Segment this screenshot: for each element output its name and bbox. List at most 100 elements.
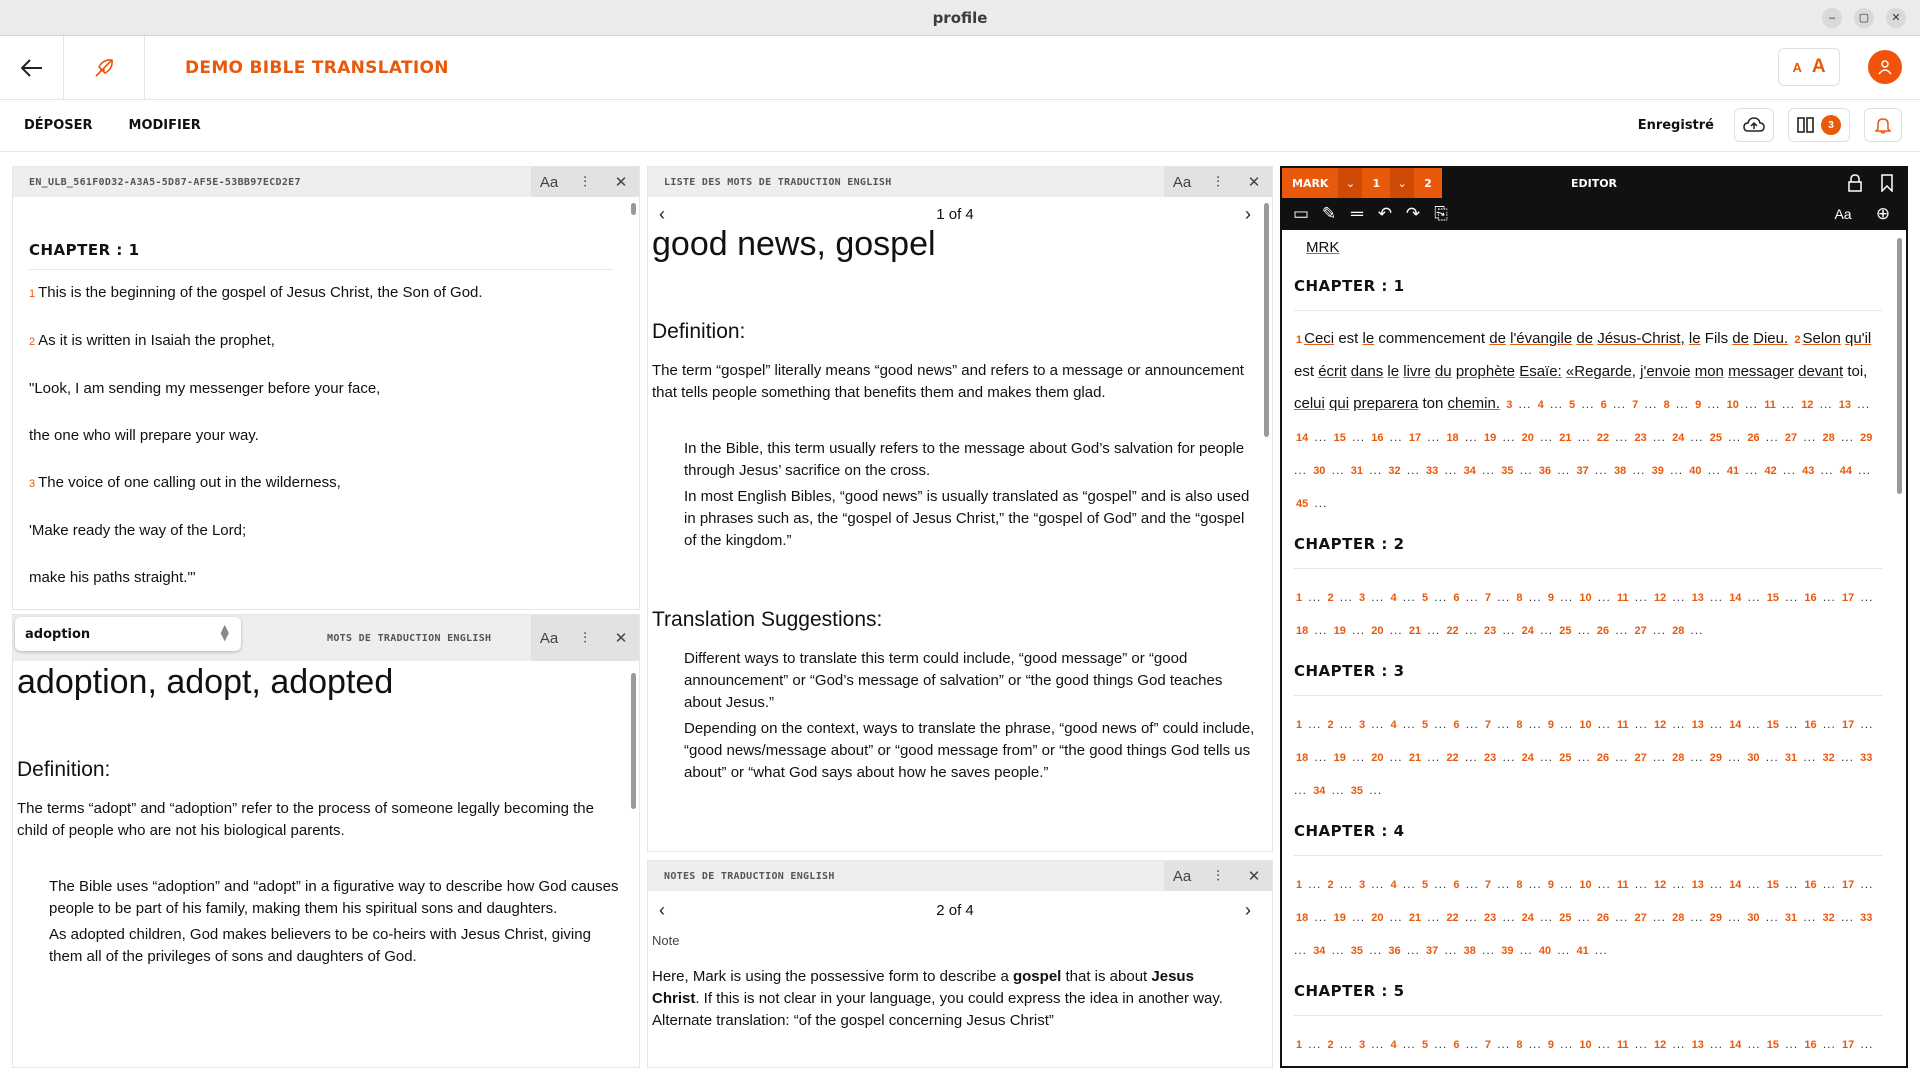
verse-number[interactable]: 41	[1727, 465, 1739, 477]
chapter-4-text[interactable]: 1 ... 2 ... 3 ... 4 ... 5 ... 6 ... 7 ..…	[1294, 868, 1882, 967]
verse-number[interactable]: 13	[1692, 719, 1704, 731]
verse-number[interactable]: 24	[1522, 752, 1534, 764]
plus-circle-icon[interactable]: ⊕	[1874, 204, 1892, 224]
verse-number[interactable]: 27	[1634, 912, 1646, 924]
close-icon[interactable]: ✕	[1236, 861, 1272, 891]
verse-number[interactable]: 25	[1559, 912, 1571, 924]
book-selector[interactable]: MARK	[1282, 168, 1338, 198]
verse-number[interactable]: 12	[1654, 1039, 1666, 1051]
verse-number[interactable]: 5	[1422, 1039, 1428, 1051]
verse-number[interactable]: 24	[1672, 432, 1684, 444]
verse-number[interactable]: 14	[1729, 719, 1741, 731]
sliders-icon[interactable]: ⫶	[567, 167, 603, 197]
verse-number[interactable]: 17	[1409, 432, 1421, 444]
verse-number[interactable]: 34	[1313, 945, 1325, 957]
close-icon[interactable]: ✕	[603, 615, 639, 661]
redo-icon[interactable]: ↷	[1404, 204, 1422, 224]
verse-number[interactable]: 32	[1823, 752, 1835, 764]
word-select[interactable]: adoption ▲ ▼	[15, 617, 241, 651]
chevron-down-icon[interactable]: ⌄	[1338, 168, 1363, 198]
verse-number[interactable]: 10	[1579, 592, 1591, 604]
verse-number[interactable]: 3	[1359, 1039, 1365, 1051]
verse-number[interactable]: 12	[1654, 879, 1666, 891]
verse-number[interactable]: 45	[1296, 498, 1308, 510]
verse-number[interactable]: 23	[1634, 432, 1646, 444]
close-icon[interactable]: ✕	[603, 167, 639, 197]
verse-number[interactable]: 22	[1446, 752, 1458, 764]
verse-number[interactable]: 3	[1506, 399, 1512, 411]
verse-number[interactable]: 41	[1576, 945, 1588, 957]
verse-number[interactable]: 5	[1422, 879, 1428, 891]
save-icon[interactable]: ⎘	[1432, 204, 1450, 224]
verse-number[interactable]: 30	[1747, 752, 1759, 764]
verse-number[interactable]: 3	[1359, 592, 1365, 604]
verse-number[interactable]: 10	[1579, 1039, 1591, 1051]
verse-number[interactable]: 23	[1484, 912, 1496, 924]
verse-number[interactable]: 8	[1516, 1039, 1522, 1051]
verse-number[interactable]: 36	[1539, 465, 1551, 477]
verse-number[interactable]: 37	[1576, 465, 1588, 477]
maximize-button[interactable]: ▢	[1854, 8, 1874, 28]
verse-number[interactable]: 16	[1804, 719, 1816, 731]
verse-number[interactable]: 11	[1617, 1039, 1629, 1051]
close-window-button[interactable]: ✕	[1886, 8, 1906, 28]
verse-number[interactable]: 37	[1426, 945, 1438, 957]
verse-number[interactable]: 19	[1334, 752, 1346, 764]
user-avatar-icon[interactable]	[1868, 50, 1902, 84]
verse-number[interactable]: 6	[1453, 879, 1459, 891]
chapter-selector[interactable]: 1	[1362, 168, 1390, 198]
verse-number[interactable]: 33	[1860, 752, 1872, 764]
minimize-button[interactable]: –	[1822, 8, 1842, 28]
verse-number[interactable]: 7	[1485, 592, 1491, 604]
verse-number[interactable]: 15	[1767, 879, 1779, 891]
verse-number[interactable]: 2	[1327, 719, 1333, 731]
verse-number[interactable]: 2	[1327, 1039, 1333, 1051]
verse-number[interactable]: 39	[1652, 465, 1664, 477]
sliders-icon[interactable]: ⫶	[1200, 861, 1236, 891]
verse-number[interactable]: 21	[1409, 752, 1421, 764]
verse-number[interactable]: 16	[1804, 1039, 1816, 1051]
verse-number[interactable]: 4	[1390, 719, 1396, 731]
verse-number[interactable]: 15	[1767, 719, 1779, 731]
verse-number[interactable]: 17	[1842, 719, 1854, 731]
verse-number[interactable]: 11	[1617, 879, 1629, 891]
verse-number[interactable]: 20	[1522, 432, 1534, 444]
verse-number[interactable]: 8	[1516, 719, 1522, 731]
verse-number[interactable]: 32	[1388, 465, 1400, 477]
verse-number[interactable]: 20	[1371, 625, 1383, 637]
verse-number[interactable]: 29	[1860, 432, 1872, 444]
verse-number[interactable]: 13	[1692, 1039, 1704, 1051]
verse-number[interactable]: 5	[1422, 719, 1428, 731]
verse-number[interactable]: 27	[1634, 752, 1646, 764]
verse-number[interactable]: 22	[1446, 912, 1458, 924]
verse-number[interactable]: 7	[1632, 399, 1638, 411]
lock-icon[interactable]	[1848, 174, 1862, 192]
back-arrow-icon[interactable]	[0, 35, 64, 100]
verse-number[interactable]: 21	[1409, 912, 1421, 924]
verse-number[interactable]: 12	[1654, 719, 1666, 731]
archive-icon[interactable]: ▭	[1292, 204, 1310, 224]
sliders-icon[interactable]: ⫶	[567, 615, 603, 661]
verse-number[interactable]: 15	[1334, 432, 1346, 444]
verse-number[interactable]: 9	[1548, 719, 1554, 731]
verse-number[interactable]: 36	[1388, 945, 1400, 957]
verse-number[interactable]: 11	[1617, 592, 1629, 604]
verse-number[interactable]: 25	[1710, 432, 1722, 444]
undo-icon[interactable]: ↶	[1376, 204, 1394, 224]
verse-number[interactable]: 2	[1794, 334, 1800, 346]
verse-number[interactable]: 9	[1548, 1039, 1554, 1051]
verse-number[interactable]: 16	[1804, 879, 1816, 891]
verse-number[interactable]: 17	[1842, 592, 1854, 604]
verse-number[interactable]: 6	[1453, 592, 1459, 604]
verse-number[interactable]: 18	[1296, 625, 1308, 637]
verse-number[interactable]: 39	[1501, 945, 1513, 957]
verse-number[interactable]: 1	[1296, 879, 1302, 891]
verse-number[interactable]: 13	[1839, 399, 1851, 411]
verse-number[interactable]: 14	[1729, 592, 1741, 604]
scrollbar[interactable]	[1897, 238, 1902, 494]
verse-number[interactable]: 33	[1860, 912, 1872, 924]
verse-number[interactable]: 23	[1484, 752, 1496, 764]
verse-number[interactable]: 38	[1464, 945, 1476, 957]
verse-number[interactable]: 19	[1484, 432, 1496, 444]
chapter-1-text[interactable]: 1 Ceci est le commencement de l'évangile …	[1294, 323, 1882, 520]
